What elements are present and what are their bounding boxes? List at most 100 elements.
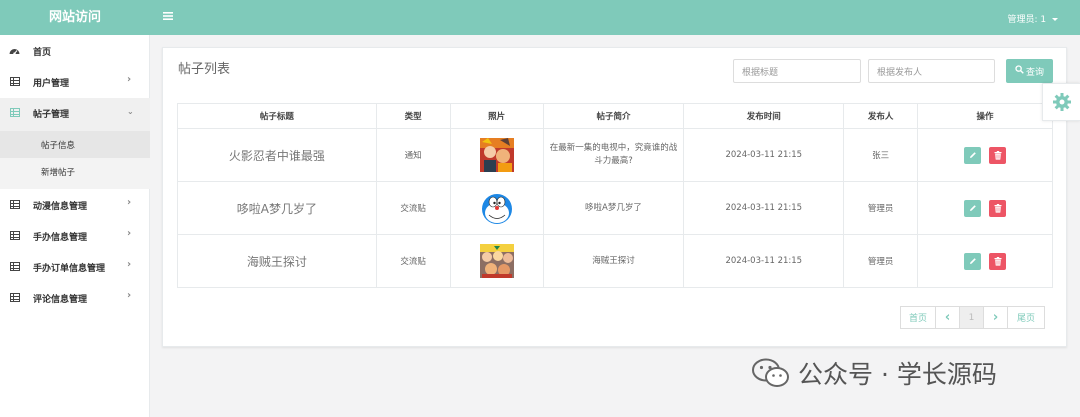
- post-author: 管理员: [843, 234, 919, 288]
- post-intro: 哆啦A梦几岁了: [542, 181, 685, 235]
- sidebar-subitem-label: 新增帖子: [41, 168, 76, 178]
- post-intro: 在最新一集的电视中，究竟谁的战斗力最高?: [542, 128, 685, 182]
- sidebar-item-figure-orders[interactable]: 手办订单信息管理 ›: [0, 252, 150, 283]
- search-author-placeholder: 根据发布人: [877, 67, 923, 78]
- delete-button[interactable]: [989, 252, 1007, 270]
- table-icon: [9, 107, 20, 118]
- table-row: 哆啦A梦几岁了 交流贴 哆啦A梦几岁了 2024-03-11 21:15 管理员: [177, 181, 1053, 235]
- watermark-text: 公众号 · 学长源码: [798, 360, 997, 389]
- sidebar-item-users[interactable]: 用户管理 ›: [0, 67, 150, 98]
- sidebar-item-posts[interactable]: 帖子管理 ⌄: [0, 98, 150, 131]
- search-title-input[interactable]: 根据标题: [733, 59, 861, 83]
- sidebar-item-label: 动漫信息管理: [33, 202, 88, 212]
- post-time: 2024-03-11 21:15: [683, 128, 845, 182]
- sidebar-item-label: 帖子管理: [33, 110, 70, 120]
- sidebar-item-home[interactable]: 首页: [0, 36, 150, 67]
- row-actions: [917, 128, 1053, 182]
- query-label: 查询: [1025, 67, 1044, 78]
- column-header[interactable]: 帖子简介: [542, 103, 685, 129]
- wechat-icon: [752, 358, 789, 387]
- column-header[interactable]: 照片: [449, 103, 544, 129]
- pencil-icon: [969, 204, 976, 211]
- posts-table: 帖子标题 类型 照片 帖子简介 发布时间 发布人 操作 火影忍者中谁最强 通知: [177, 103, 1053, 288]
- top-navbar: 网站访问 管理员: 1: [0, 0, 1080, 35]
- sidebar-item-label: 手办信息管理: [33, 233, 88, 243]
- chevron-right-icon: ›: [127, 197, 132, 208]
- column-header[interactable]: 发布时间: [683, 103, 845, 129]
- table-icon: [9, 199, 20, 210]
- naruto-thumbnail: [479, 138, 514, 172]
- sidebar-item-label: 首页: [33, 48, 52, 58]
- search-author-input[interactable]: 根据发布人: [868, 59, 995, 83]
- page-title: 帖子列表: [178, 62, 231, 77]
- settings-button[interactable]: [1042, 83, 1080, 121]
- sidebar-subitem-label: 帖子信息: [41, 141, 76, 151]
- sidebar: 首页 用户管理 › 帖子管理 ⌄ 帖子信息 新增帖子 动漫信息管理 › 手办信息…: [0, 35, 150, 417]
- doraemon-thumbnail: [479, 191, 514, 225]
- pencil-icon: [969, 257, 976, 264]
- sidebar-subitem-post-info[interactable]: 帖子信息: [0, 131, 150, 158]
- column-header[interactable]: 发布人: [843, 103, 919, 129]
- edit-button[interactable]: [964, 146, 982, 164]
- post-type: 通知: [375, 128, 451, 182]
- pager-prev[interactable]: ‹: [935, 306, 960, 329]
- sidebar-item-anime[interactable]: 动漫信息管理 ›: [0, 190, 150, 221]
- gear-icon: [1052, 93, 1071, 111]
- post-photo[interactable]: [449, 234, 544, 288]
- post-author: 张三: [843, 128, 919, 182]
- post-type: 交流贴: [375, 234, 451, 288]
- post-author: 管理员: [843, 181, 919, 235]
- table-icon: [9, 292, 20, 303]
- edit-button[interactable]: [964, 252, 982, 270]
- site-brand[interactable]: 网站访问: [0, 0, 150, 35]
- trash-icon: [994, 150, 1002, 160]
- post-title: 海贼王探讨: [177, 234, 377, 288]
- column-header: 操作: [917, 103, 1053, 129]
- query-button[interactable]: 查询: [1006, 59, 1053, 83]
- pager-current[interactable]: 1: [959, 306, 984, 329]
- column-header[interactable]: 帖子标题: [177, 103, 377, 129]
- pager-first[interactable]: 首页: [900, 306, 936, 329]
- pager-next[interactable]: ›: [983, 306, 1008, 329]
- sidebar-submenu: 帖子信息 新增帖子: [0, 131, 150, 189]
- delete-button[interactable]: [989, 146, 1007, 164]
- menu-toggle-icon[interactable]: [163, 9, 173, 25]
- onepiece-thumbnail: [479, 244, 514, 278]
- table-row: 海贼王探讨 交流贴 海贼王探讨 2024-03-11 21:15 管理员: [177, 234, 1053, 288]
- caret-down-icon: [1052, 18, 1058, 21]
- chevron-right-icon: ›: [127, 259, 132, 270]
- table-icon: [9, 230, 20, 241]
- watermark: 公众号 · 学长源码: [752, 355, 997, 391]
- post-title: 火影忍者中谁最强: [177, 128, 377, 182]
- post-list-panel: 帖子列表 根据标题 根据发布人 查询 帖子标题 类型 照片 帖子简介 发布时间 …: [162, 47, 1067, 347]
- edit-button[interactable]: [964, 199, 982, 217]
- delete-button[interactable]: [989, 199, 1007, 217]
- chevron-right-icon: ›: [127, 290, 132, 301]
- post-title: 哆啦A梦几岁了: [177, 181, 377, 235]
- chevron-right-icon: ›: [127, 228, 132, 239]
- post-time: 2024-03-11 21:15: [683, 234, 845, 288]
- trash-icon: [994, 256, 1002, 266]
- sidebar-subitem-new-post[interactable]: 新增帖子: [0, 158, 150, 185]
- sidebar-item-figures[interactable]: 手办信息管理 ›: [0, 221, 150, 252]
- admin-label: 管理员: 1: [1007, 15, 1047, 25]
- column-header[interactable]: 类型: [375, 103, 451, 129]
- row-actions: [917, 234, 1053, 288]
- table-header-row: 帖子标题 类型 照片 帖子简介 发布时间 发布人 操作: [177, 103, 1053, 129]
- post-time: 2024-03-11 21:15: [683, 181, 845, 235]
- post-intro: 海贼王探讨: [542, 234, 685, 288]
- post-type: 交流贴: [375, 181, 451, 235]
- post-photo[interactable]: [449, 128, 544, 182]
- pager-last[interactable]: 尾页: [1007, 306, 1045, 329]
- sidebar-item-comments[interactable]: 评论信息管理 ›: [0, 283, 150, 314]
- post-photo[interactable]: [449, 181, 544, 235]
- pencil-icon: [969, 151, 976, 158]
- row-actions: [917, 181, 1053, 235]
- search-icon: [1015, 65, 1024, 77]
- sidebar-item-label: 用户管理: [33, 79, 70, 89]
- chevron-right-icon: ›: [127, 74, 132, 85]
- admin-dropdown[interactable]: 管理员: 1: [1007, 12, 1058, 25]
- dashboard-icon: [9, 45, 20, 56]
- table-row: 火影忍者中谁最强 通知 在最新一集的电视中，究竟谁的战斗力最高? 2024-03…: [177, 128, 1053, 182]
- pagination: 首页 ‹ 1 › 尾页: [900, 306, 1045, 329]
